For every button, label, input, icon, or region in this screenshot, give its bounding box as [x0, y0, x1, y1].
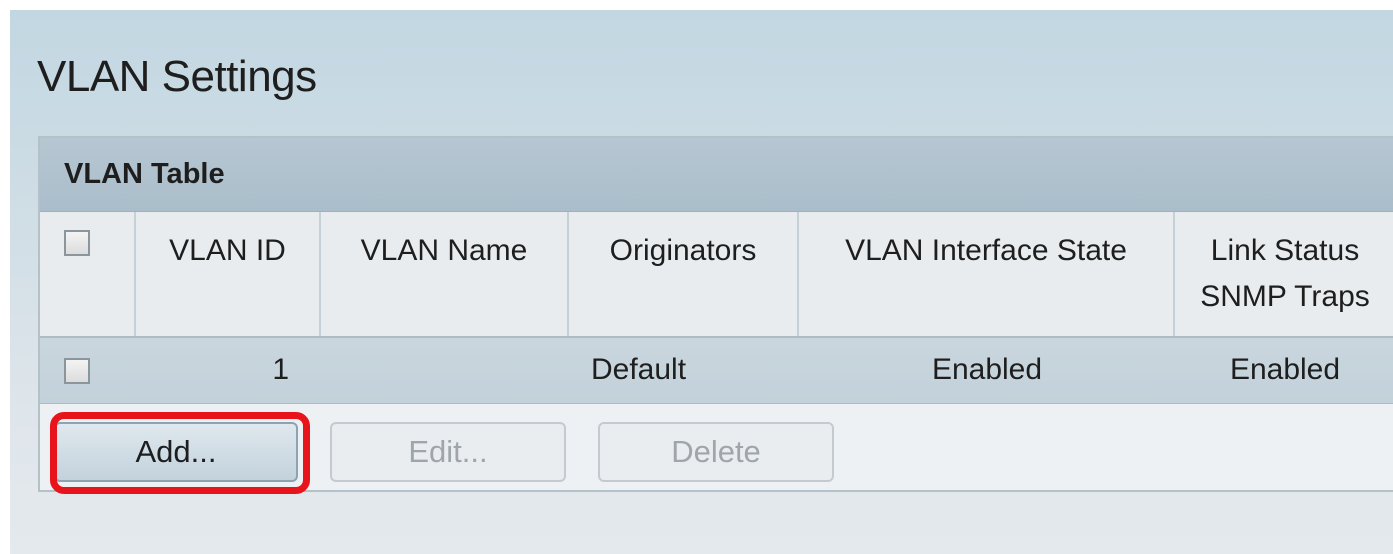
row-select-cell — [40, 338, 136, 403]
page-title: VLAN Settings — [37, 52, 317, 101]
header-link-status-line1: Link Status — [1210, 234, 1360, 267]
row-checkbox[interactable] — [64, 358, 90, 384]
select-all-checkbox[interactable] — [64, 230, 90, 256]
edit-button[interactable]: Edit... — [330, 422, 566, 482]
add-button[interactable]: Add... — [54, 422, 298, 482]
header-interface-state: VLAN Interface State — [799, 212, 1175, 336]
header-link-status: Link Status SNMP Traps — [1175, 212, 1393, 336]
table-caption-label: VLAN Table — [64, 158, 225, 190]
header-select-cell — [40, 212, 136, 336]
header-vlan-id: VLAN ID — [136, 212, 321, 336]
table-actions: Add... Edit... Delete — [40, 404, 1393, 492]
cell-vlan-id: 1 — [272, 353, 289, 386]
cell-vlan-name — [321, 338, 569, 403]
cell-originators: Default — [591, 353, 687, 386]
table-caption: VLAN Table — [40, 138, 1393, 212]
table-header-row: VLAN ID VLAN Name Originators VLAN Inter… — [40, 212, 1393, 338]
cell-link-status: Enabled — [1229, 353, 1341, 386]
table-row: 1 Default Enabled Enabled — [40, 338, 1393, 404]
page-background: VLAN Settings VLAN Table VLAN ID VLAN Na… — [10, 10, 1393, 554]
cell-interface-state: Enabled — [931, 353, 1043, 386]
header-vlan-name: VLAN Name — [321, 212, 569, 336]
vlan-table: VLAN Table VLAN ID VLAN Name Originators… — [38, 136, 1393, 492]
header-originators: Originators — [569, 212, 799, 336]
header-link-status-line2: SNMP Traps — [1200, 280, 1370, 313]
delete-button[interactable]: Delete — [598, 422, 834, 482]
